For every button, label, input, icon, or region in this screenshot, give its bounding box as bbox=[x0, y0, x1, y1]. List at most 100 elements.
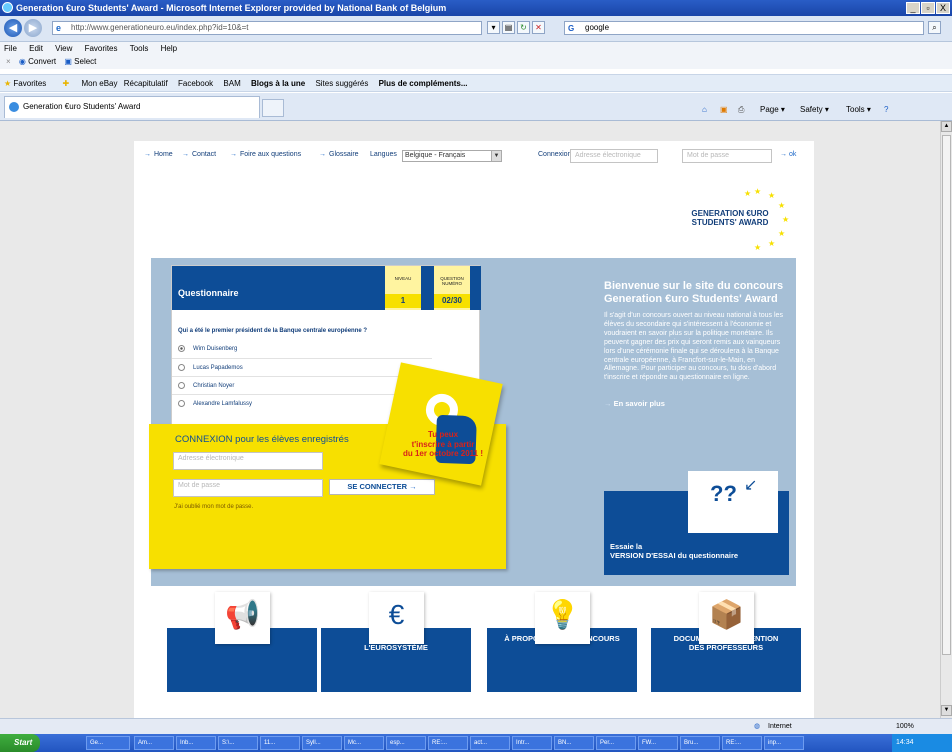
feed-icon[interactable]: ▣ bbox=[720, 104, 728, 116]
taskbar-item[interactable]: Per... bbox=[596, 736, 636, 750]
tile-contest[interactable]: 💡 → À PROPOS DU JEU-CONCOURS bbox=[487, 592, 637, 692]
language-select[interactable]: Belgique - Français ▼ bbox=[402, 150, 502, 162]
taskbar-item[interactable]: Mc... bbox=[344, 736, 384, 750]
tools-menu[interactable]: Tools ▾ bbox=[846, 104, 871, 116]
help-icon[interactable]: ? bbox=[884, 104, 888, 116]
tile-line-1: INFOS bbox=[230, 634, 254, 643]
dropdown-icon[interactable]: ▾ bbox=[487, 21, 500, 34]
search-icon[interactable]: ⌕ bbox=[928, 21, 941, 34]
trial-quiz-button[interactable]: ?? ↙ Essaie la VERSION D'ESSAI du questi… bbox=[604, 471, 789, 575]
taskbar-item[interactable]: inp... bbox=[764, 736, 804, 750]
fav-blogs[interactable]: Blogs à la une bbox=[251, 79, 305, 88]
tile-infos[interactable]: 📢 → INFOS bbox=[167, 592, 317, 692]
radio-icon bbox=[178, 400, 185, 407]
nav-contact[interactable]: → Contact bbox=[182, 141, 216, 169]
close-toolbar-icon[interactable]: × bbox=[6, 57, 11, 66]
fav-recap[interactable]: Récapitulatif bbox=[124, 79, 168, 88]
print-icon[interactable]: ⎙ bbox=[738, 104, 744, 116]
nav-glossary[interactable]: → Glossaire bbox=[319, 141, 359, 169]
taskbar-item[interactable]: act... bbox=[470, 736, 510, 750]
maximize-button[interactable]: ▫ bbox=[921, 2, 935, 14]
add-favorite-icon[interactable]: ✚ bbox=[63, 79, 70, 88]
learn-more-label: En savoir plus bbox=[613, 399, 665, 409]
menu-file[interactable]: File bbox=[4, 44, 17, 53]
learn-more-link[interactable]: → En savoir plus bbox=[604, 399, 786, 408]
page-menu[interactable]: Page ▾ bbox=[760, 104, 785, 116]
nav-faq[interactable]: → Foire aux questions bbox=[230, 141, 301, 169]
taskbar-item[interactable]: Bru... bbox=[680, 736, 720, 750]
scroll-down-arrow[interactable]: ▼ bbox=[941, 705, 952, 716]
quiz-option[interactable]: Christian Noyer bbox=[178, 382, 234, 390]
taskbar-item[interactable]: BN... bbox=[554, 736, 594, 750]
quiz-question: Qui a été le premier président de la Ban… bbox=[178, 328, 368, 334]
option-label: Wim Duisenberg bbox=[193, 346, 238, 353]
minimize-button[interactable]: _ bbox=[906, 2, 920, 14]
compat-view-icon[interactable]: ▤ bbox=[502, 21, 515, 34]
arrow-icon: → bbox=[263, 623, 270, 630]
ie-tab-icon bbox=[9, 102, 19, 112]
tile-eurosystem[interactable]: € → À PROPOS DE L'EUROSYSTÈME bbox=[321, 592, 471, 692]
quiz-option[interactable]: Wim Duisenberg bbox=[178, 345, 237, 353]
menu-edit[interactable]: Edit bbox=[29, 44, 43, 53]
fav-facebook[interactable]: Facebook bbox=[178, 79, 213, 88]
header-password-field[interactable]: Mot de passe bbox=[682, 149, 772, 163]
menu-help[interactable]: Help bbox=[161, 44, 177, 53]
home-icon[interactable]: ⌂ bbox=[702, 104, 707, 116]
forward-button[interactable]: ▶ bbox=[24, 19, 42, 37]
convert-icon: ◉ bbox=[18, 57, 26, 66]
taskbar-item[interactable]: FW... bbox=[638, 736, 678, 750]
nav-home[interactable]: → Home bbox=[144, 141, 173, 169]
euro-icon: € bbox=[388, 599, 405, 630]
fav-sites[interactable]: Sites suggérés bbox=[315, 79, 368, 88]
new-tab-button[interactable] bbox=[262, 99, 284, 117]
vertical-scrollbar[interactable]: ▲ ▼ bbox=[940, 121, 952, 718]
refresh-icon[interactable]: ↻ bbox=[517, 21, 530, 34]
site-page: → Home → Contact → Foire aux questions → Glo… bbox=[134, 141, 814, 718]
tab-generation-euro[interactable]: Generation €uro Students' Award bbox=[4, 96, 260, 118]
login-button[interactable]: SE CONNECTER → bbox=[329, 479, 435, 495]
scroll-up-arrow[interactable]: ▲ bbox=[941, 121, 952, 132]
taskbar-item[interactable]: Am... bbox=[134, 736, 174, 750]
quiz-option[interactable]: Alexandre Lamfalussy bbox=[178, 400, 252, 408]
stop-icon[interactable]: ✕ bbox=[532, 21, 545, 34]
promo-line-2: t'inscrire à partir bbox=[411, 439, 475, 449]
favorites-button[interactable]: Favorites bbox=[13, 79, 46, 88]
taskbar-item[interactable]: Inb... bbox=[176, 736, 216, 750]
taskbar-item[interactable]: RE:... bbox=[428, 736, 468, 750]
convert-button[interactable]: Convert bbox=[28, 57, 56, 66]
header-email-field[interactable]: Adresse électronique bbox=[570, 149, 658, 163]
scroll-thumb[interactable] bbox=[942, 135, 951, 655]
close-button[interactable]: X bbox=[936, 2, 950, 14]
taskbar-item[interactable]: Syll... bbox=[302, 736, 342, 750]
forgot-password-link[interactable]: J'ai oublié mon mot de passe. bbox=[174, 504, 253, 510]
taskbar-item[interactable]: Intr... bbox=[512, 736, 552, 750]
taskbar-item[interactable]: 11... bbox=[260, 736, 300, 750]
menu-tools[interactable]: Tools bbox=[130, 44, 149, 53]
fav-ebay[interactable]: Mon eBay bbox=[81, 79, 117, 88]
select-button[interactable]: Select bbox=[74, 57, 96, 66]
arrow-right-icon: → bbox=[409, 482, 417, 491]
menu-favorites[interactable]: Favorites bbox=[85, 44, 118, 53]
zoom-level[interactable]: 100% bbox=[896, 719, 914, 734]
option-label: Lucas Papademos bbox=[193, 365, 243, 372]
fav-bam[interactable]: BAM bbox=[223, 79, 240, 88]
student-password-field[interactable]: Mot de passe bbox=[173, 479, 323, 497]
fav-more[interactable]: Plus de compléments... bbox=[379, 79, 468, 88]
safety-menu[interactable]: Safety ▾ bbox=[800, 104, 829, 116]
tile-teachers[interactable]: 📦 → DOCUMENTS À L'INTENTION DES PROFESSEU… bbox=[651, 592, 801, 692]
back-button[interactable]: ◀ bbox=[4, 19, 22, 37]
chevron-down-icon: ▼ bbox=[491, 151, 501, 161]
taskbar-item[interactable]: RE:... bbox=[722, 736, 762, 750]
student-email-field[interactable]: Adresse électronique bbox=[173, 452, 323, 470]
quiz-option[interactable]: Lucas Papademos bbox=[178, 364, 243, 372]
trial-label: Essaie la VERSION D'ESSAI du questionnai… bbox=[610, 542, 738, 560]
start-button[interactable]: Start bbox=[0, 734, 40, 752]
taskbar-item[interactable]: esp... bbox=[386, 736, 426, 750]
taskbar-item[interactable]: Ge... bbox=[86, 736, 130, 750]
address-field[interactable]: e http://www.generationeuro.eu/index.php… bbox=[52, 21, 482, 35]
taskbar-item[interactable]: S:\... bbox=[218, 736, 258, 750]
header-ok-button[interactable]: → ok bbox=[780, 151, 796, 158]
search-field[interactable]: G google bbox=[564, 21, 924, 35]
search-value: google bbox=[585, 23, 610, 32]
menu-view[interactable]: View bbox=[55, 44, 72, 53]
